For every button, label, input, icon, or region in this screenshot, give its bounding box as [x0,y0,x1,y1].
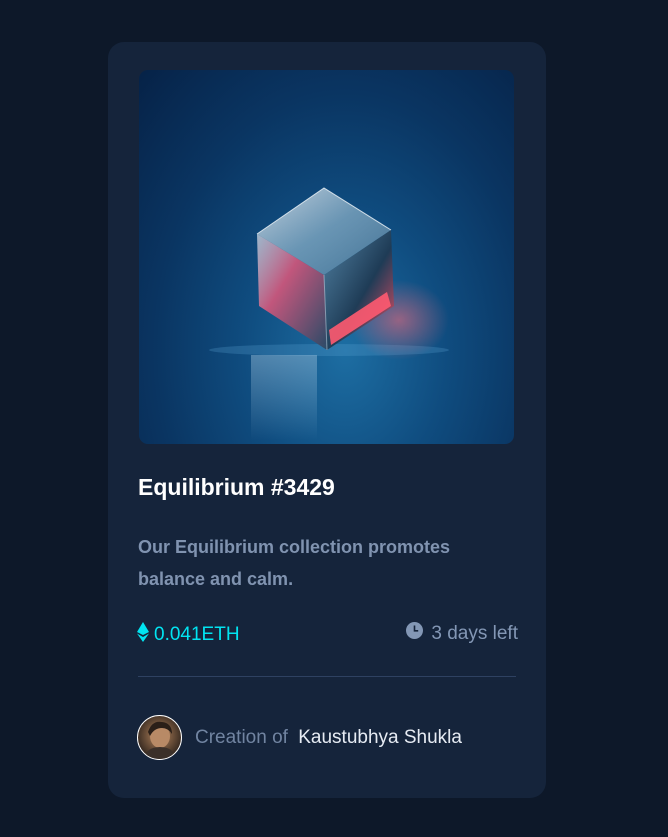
cube-artwork [209,187,449,440]
nft-title[interactable]: Equilibrium #3429 [138,474,335,501]
creator-label: Creation of [195,727,288,748]
ethereum-icon [137,622,149,648]
creator-info: Creation of Kaustubhya Shukla [195,727,462,749]
nft-description: Our Equilibrium collection promotes bala… [138,537,451,589]
avatar [137,715,182,760]
nft-card: Equilibrium #3429 Our Equilibrium collec… [108,42,546,798]
price-value: 0.041ETH [154,624,240,645]
time-left-info: 3 days left [406,622,518,645]
creator-name-link[interactable]: Kaustubhya Shukla [298,727,462,748]
divider [138,676,516,677]
time-left-value: 3 days left [431,622,518,644]
price-info: 0.041ETH [137,622,240,648]
nft-image-equilibrium[interactable] [139,70,514,444]
clock-icon [406,622,424,645]
